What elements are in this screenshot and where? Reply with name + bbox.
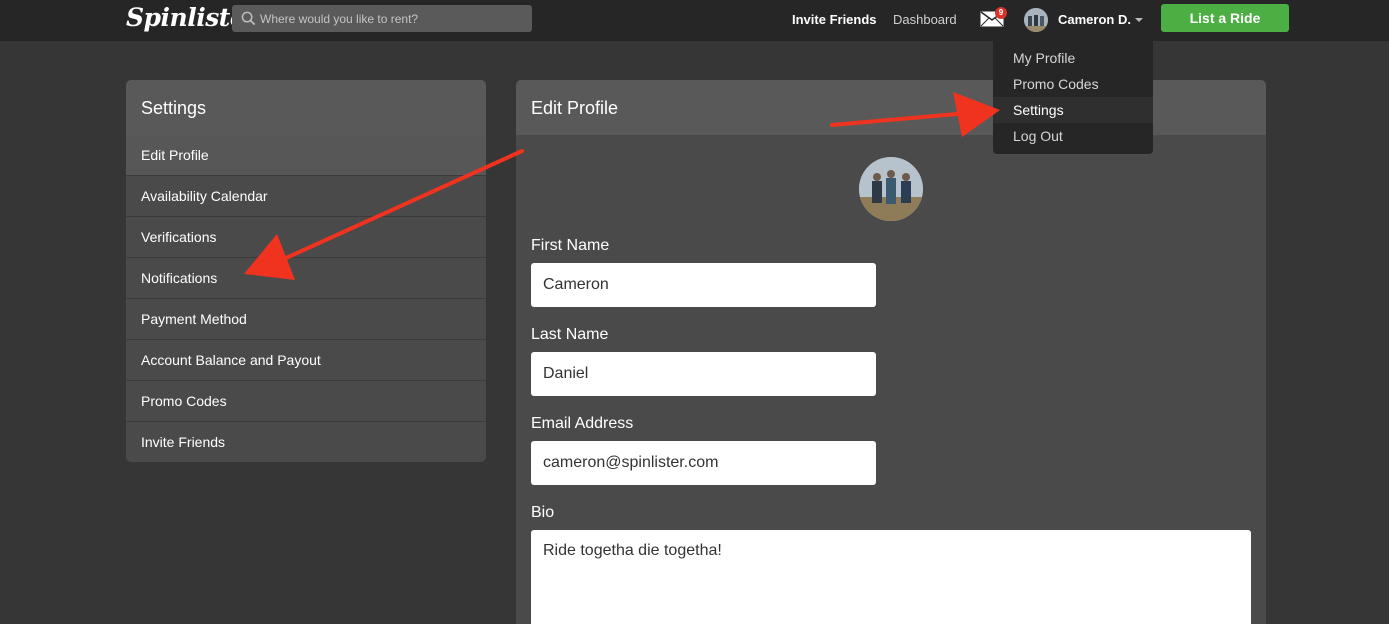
last-name-label: Last Name [531, 326, 609, 343]
sidebar-item-payment-method[interactable]: Payment Method [126, 299, 486, 340]
top-nav-bar: Spinlister Invite Friends Dashboard 9 Ca… [0, 0, 1389, 41]
chevron-down-icon[interactable] [1135, 18, 1143, 22]
edit-profile-panel: Edit Profile First Name Last Name Email … [516, 80, 1266, 624]
user-dropdown-menu: My Profile Promo Codes Settings Log Out [993, 41, 1153, 154]
bio-field[interactable]: Ride togetha die togetha! [531, 530, 1251, 624]
sidebar-item-verifications[interactable]: Verifications [126, 217, 486, 258]
invite-friends-link[interactable]: Invite Friends [792, 12, 877, 27]
sidebar-item-edit-profile[interactable]: Edit Profile [126, 135, 486, 176]
profile-photo[interactable] [859, 157, 923, 221]
sidebar-item-account-balance[interactable]: Account Balance and Payout [126, 340, 486, 381]
sidebar-item-notifications[interactable]: Notifications [126, 258, 486, 299]
sidebar-item-availability-calendar[interactable]: Availability Calendar [126, 176, 486, 217]
menu-item-log-out[interactable]: Log Out [993, 123, 1153, 149]
sidebar-item-invite-friends[interactable]: Invite Friends [126, 422, 486, 462]
bio-label: Bio [531, 504, 555, 521]
mail-count-badge: 9 [995, 7, 1007, 19]
last-name-field[interactable] [531, 352, 876, 396]
settings-sidebar: Settings Edit Profile Availability Calen… [126, 80, 486, 462]
list-a-ride-button[interactable]: List a Ride [1161, 4, 1289, 32]
menu-item-my-profile[interactable]: My Profile [993, 45, 1153, 71]
dashboard-link[interactable]: Dashboard [893, 12, 957, 27]
email-label: Email Address [531, 415, 634, 432]
search-input[interactable] [260, 5, 525, 32]
edit-profile-title: Edit Profile [516, 80, 1266, 135]
user-name-menu[interactable]: Cameron D. [1058, 12, 1131, 27]
first-name-label: First Name [531, 237, 610, 254]
user-avatar[interactable] [1024, 8, 1048, 32]
menu-item-settings[interactable]: Settings [993, 97, 1153, 123]
menu-item-promo-codes[interactable]: Promo Codes [993, 71, 1153, 97]
first-name-field[interactable] [531, 263, 876, 307]
email-field[interactable] [531, 441, 876, 485]
sidebar-title: Settings [126, 80, 486, 135]
search-box[interactable] [232, 5, 532, 32]
search-icon [241, 11, 256, 26]
sidebar-item-promo-codes[interactable]: Promo Codes [126, 381, 486, 422]
